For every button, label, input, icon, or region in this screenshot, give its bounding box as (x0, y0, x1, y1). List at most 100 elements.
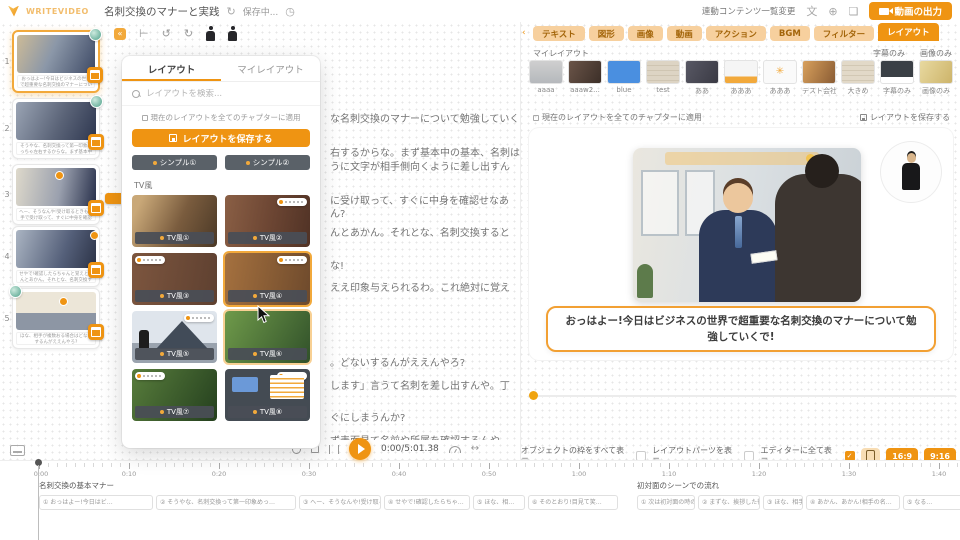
sidebar-collapse-button[interactable]: « (114, 28, 126, 40)
history-icon[interactable]: ◷ (285, 6, 295, 17)
tab-layout[interactable]: レイアウト (122, 56, 221, 81)
scene-item-1[interactable]: 1 おっはよー!今日はビジネスの世界で超重要な名刺交換のマナーについて勉強してい… (2, 30, 112, 93)
scene-thumbnail (17, 35, 95, 73)
marker-dot-icon (90, 231, 99, 240)
save-layout-link[interactable]: レイアウトを保存する (860, 112, 950, 123)
timeline-segment[interactable]: ③ ほな、相手… (763, 495, 803, 510)
popup-tabs: レイアウト マイレイアウト (122, 56, 320, 82)
apply-icon (533, 115, 539, 121)
apply-to-all-link[interactable]: 現在のレイアウトを全てのチャプターに適用 (126, 112, 316, 123)
scene-preview-image[interactable] (633, 148, 861, 302)
layout-option-tv-2[interactable]: TV風② (225, 195, 310, 247)
timeline-segment[interactable]: ④ あかん、あかん!相手の名… (806, 495, 900, 510)
translate-icon[interactable]: 文 (806, 6, 817, 17)
captions-track-icon[interactable] (10, 445, 25, 456)
range-select-icon[interactable] (329, 445, 339, 454)
layout-quick-button[interactable] (88, 134, 104, 150)
layout-option-tv-1[interactable]: TV風① (132, 195, 217, 247)
narrator-avatar[interactable] (881, 142, 941, 202)
my-layout-item[interactable]: あああ (763, 60, 797, 96)
ruler-label: 0:20 (212, 470, 227, 478)
layout-search-input[interactable] (146, 89, 296, 99)
scene-item-5[interactable]: 5 ほな、相手が複数おる場合はどないするんがええんやろ? (2, 288, 112, 349)
timeline-segment[interactable]: ② そうやな、名刺交換って第一印象めっ… (156, 495, 296, 510)
layout-option-simple-2[interactable]: シンプル② (225, 155, 310, 170)
timeline-segment[interactable]: ② まずな、挨拶した後… (698, 495, 760, 510)
layout-option-tv-6[interactable]: TV風⑥ (225, 311, 310, 363)
my-layout-item[interactable]: テスト会社 (802, 60, 836, 96)
layout-option-simple-1[interactable]: シンプル① (132, 155, 217, 170)
undo-icon[interactable]: ↺ (162, 28, 171, 39)
fit-timeline-icon[interactable]: ↔ (471, 444, 479, 454)
dot-icon (253, 410, 257, 414)
tab-images[interactable]: 画像 (628, 26, 663, 41)
decor-banner (665, 152, 819, 165)
apply-to-all-link[interactable]: 現在のレイアウトを全てのチャプターに適用 (533, 112, 702, 123)
timeline-segment[interactable]: ① おっはよー!今日はビ… (39, 495, 153, 510)
character-badge-icon (9, 285, 22, 298)
app-window: WRITEVIDEO 名刺交換のマナーと実践 ↻ 保存中... ◷ 連動コンテン… (0, 0, 960, 540)
scene-item-3[interactable]: 3 へー、そうなんや!受け取るときも両手で受け取って、すぐに中身を確認せなあかん… (2, 164, 112, 225)
character-2-icon[interactable] (228, 26, 237, 41)
subtitle-bubble[interactable]: おっはよー!今日はビジネスの世界で超重要な名刺交換のマナーについて勉強していくで… (546, 306, 936, 352)
layout-option-tv-7[interactable]: TV風⑦ (132, 369, 217, 421)
my-layout-item[interactable]: あああ (724, 60, 758, 96)
marker-tool-icon[interactable]: ⊢ (139, 28, 149, 39)
group-label-subtitle-only: 字幕のみ (873, 48, 905, 59)
my-layout-item[interactable]: 字幕のみ (880, 60, 914, 96)
dot-icon (246, 161, 250, 165)
preview-stage: おっはよー!今日はビジネスの世界で超重要な名刺交換のマナーについて勉強していくで… (529, 128, 953, 360)
layout-option-tv-5[interactable]: TV風⑤ (132, 311, 217, 363)
play-button[interactable] (349, 438, 371, 460)
stage-scrub-bar[interactable] (529, 391, 956, 401)
my-layout-item[interactable]: blue (607, 60, 641, 96)
apply-icon (142, 115, 148, 121)
subtitle-text: おっはよー!今日はビジネスの世界で超重要な名刺交換のマナーについて勉強していくで… (564, 313, 918, 346)
guide-icon[interactable]: ❏ (849, 6, 859, 17)
timeline-segment[interactable]: ⑥ そのとおり!目見て笑… (528, 495, 618, 510)
scrub-handle[interactable] (529, 391, 538, 400)
layout-option-tv-8[interactable]: TV風⑧ (225, 369, 310, 421)
my-layout-item[interactable]: aaaa (529, 60, 563, 96)
my-layout-item[interactable]: test (646, 60, 680, 96)
layout-badge (277, 256, 307, 264)
scene-item-2[interactable]: 2 そうやな、名刺交換って第一印象めっちゃ左右するからな。まず基本中の基本、名刺… (2, 98, 112, 159)
save-layout-button[interactable]: レイアウトを保存する (132, 129, 310, 147)
tab-my-layout[interactable]: マイレイアウト (221, 56, 320, 81)
export-video-button[interactable]: 動画の出力 (869, 2, 952, 20)
tab-video[interactable]: 動画 (667, 26, 702, 41)
layout-option-tv-4-selected[interactable]: TV風④ (225, 253, 310, 305)
timeline-segment[interactable]: ⑤ ほな、相… (473, 495, 525, 510)
layout-option-tv-3[interactable]: TV風③ (132, 253, 217, 305)
ruler-major-ticks (39, 463, 960, 469)
my-layout-item[interactable]: 画像のみ (919, 60, 953, 96)
my-layout-item[interactable]: 大きめ (841, 60, 875, 96)
dot-icon (160, 410, 164, 414)
layout-quick-button[interactable] (87, 67, 103, 83)
tab-shapes[interactable]: 図形 (589, 26, 624, 41)
tab-text[interactable]: テキスト (533, 26, 585, 41)
tab-bgm[interactable]: BGM (770, 26, 810, 41)
layout-quick-button[interactable] (88, 200, 104, 216)
layout-badge (135, 372, 165, 380)
timeline-segment[interactable]: ③ へー、そうなんや!受け取るときも両… (299, 495, 381, 510)
character-1-icon[interactable] (206, 26, 215, 41)
layout-quick-button[interactable] (88, 324, 104, 340)
playback-speed-icon[interactable] (449, 446, 461, 453)
linked-content-link[interactable]: 連動コンテンツ一覧変更 (702, 5, 796, 17)
tab-layout-active[interactable]: レイアウト (878, 23, 939, 41)
my-layout-item[interactable]: aaaw2... (568, 60, 602, 96)
tv-layout-grid: TV風① TV風② TV風③ TV風④ TV風⑤ TV風⑥ (132, 195, 310, 421)
timeline-segment[interactable]: ① 次は初対面の時の… (637, 495, 695, 510)
video-camera-icon (879, 8, 889, 15)
timeline-segment[interactable]: ④ せやで!確認したらちゃ… (384, 495, 470, 510)
tab-action[interactable]: アクション (706, 26, 766, 41)
layout-quick-button[interactable] (88, 262, 104, 278)
scene-item-4[interactable]: 4 せやで!確認したらちゃんと覚えとかんとあかん。それとな、名刺交換すると… (2, 226, 112, 287)
my-layout-item[interactable]: ああ (685, 60, 719, 96)
globe-icon[interactable]: ⊕ (828, 6, 837, 17)
tab-filter[interactable]: フィルター (814, 26, 874, 41)
redo-icon[interactable]: ↻ (184, 28, 193, 39)
refresh-icon[interactable]: ↻ (226, 6, 235, 17)
timeline-segment[interactable]: ⑤ なる… (903, 495, 960, 510)
